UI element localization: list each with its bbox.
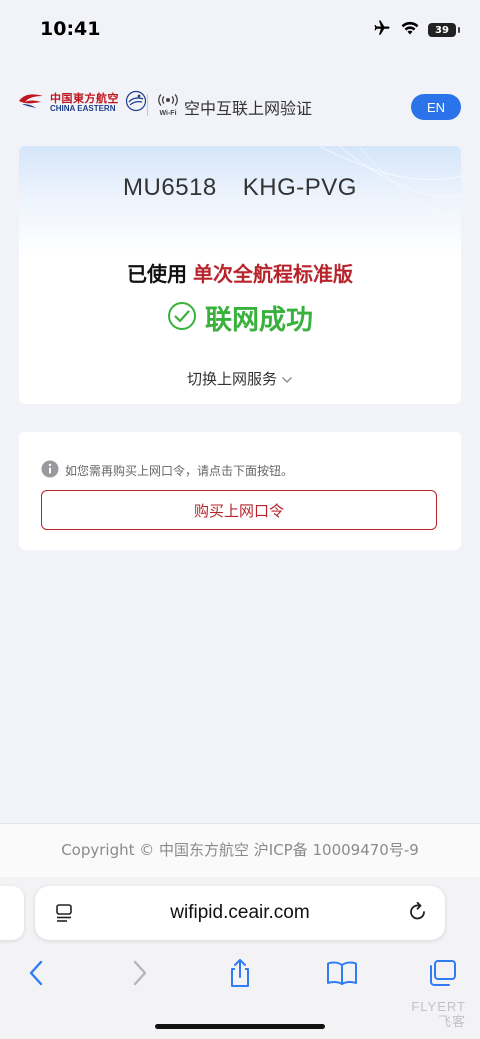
flight-number: MU6518 — [123, 174, 217, 201]
package-line: 已使用 单次全航程标准版 — [19, 258, 461, 287]
wifi-broadcast-icon — [157, 92, 179, 111]
status-bar: 10:41 39 — [0, 0, 480, 60]
watermark: FLYERT 飞客 — [411, 1000, 466, 1029]
share-icon[interactable] — [224, 957, 256, 989]
check-circle-icon — [167, 301, 197, 335]
header-title: 空中互联上网验证 — [184, 99, 313, 118]
package-prefix: 已使用 — [127, 262, 187, 286]
china-eastern-logo: 中国東方航空 CHINA EASTERN — [18, 90, 147, 116]
address-bar[interactable]: wifipid.ceair.com — [35, 886, 445, 940]
buy-wifi-token-button[interactable]: 购买上网口令 — [41, 490, 437, 530]
reload-icon[interactable] — [407, 901, 429, 927]
info-icon — [41, 460, 59, 481]
browser-toolbar — [0, 955, 480, 991]
tabs-icon[interactable] — [426, 957, 458, 989]
logo-en-text: CHINA EASTERN — [50, 103, 116, 113]
language-toggle-button[interactable]: EN — [411, 94, 461, 120]
home-indicator[interactable] — [155, 1024, 325, 1029]
bookmarks-icon[interactable] — [326, 957, 358, 989]
logo-cn-text: 中国東方航空 — [50, 92, 119, 106]
flight-route: KHG-PVG — [242, 174, 357, 201]
switch-service-button[interactable]: 切换上网服务 — [19, 368, 461, 389]
chevron-down-icon — [281, 370, 293, 388]
connection-status: 联网成功 — [19, 298, 461, 337]
back-arrow-icon[interactable] — [20, 957, 52, 989]
watermark-line-1: FLYERT — [411, 999, 466, 1015]
battery-icon: 39 — [428, 23, 460, 37]
connection-status-text: 联网成功 — [205, 305, 313, 336]
purchase-card: 如您需再购买上网口令，请点击下面按钮。 购买上网口令 — [19, 432, 461, 550]
purchase-hint-text: 如您需再购买上网口令，请点击下面按钮。 — [65, 464, 294, 478]
status-icons: 39 — [372, 19, 460, 41]
skyteam-emblem-icon — [125, 90, 147, 116]
forward-arrow-icon[interactable] — [124, 957, 156, 989]
swallow-logo-icon — [18, 92, 44, 114]
copyright-footer: Copyright © 中国东方航空 沪ICP备 10009470号-9 — [0, 823, 480, 878]
airplane-icon — [372, 19, 392, 41]
switch-service-label: 切换上网服务 — [186, 370, 277, 388]
header-divider — [147, 94, 148, 116]
browser-bottom-bar: wifipid.ceair.com FLYERT 飞客 — [0, 877, 480, 1039]
package-name: 单次全航程标准版 — [193, 262, 353, 286]
previous-tab-preview[interactable] — [0, 886, 24, 940]
url-text[interactable]: wifipid.ceair.com — [35, 902, 445, 924]
header: 中国東方航空 CHINA EASTERN Wi-Fi 空中互联上网验证 EN — [0, 82, 480, 130]
purchase-hint: 如您需再购买上网口令，请点击下面按钮。 — [41, 460, 293, 481]
flight-status-card: MU6518 KHG-PVG 已使用 单次全航程标准版 联网成功 切换上网服务 — [19, 146, 461, 404]
wifi-logo: Wi-Fi — [156, 92, 180, 117]
watermark-line-2: 飞客 — [437, 1013, 466, 1029]
flight-info: MU6518 KHG-PVG — [19, 174, 461, 202]
status-time: 10:41 — [40, 18, 101, 40]
wifi-logo-text: Wi-Fi — [159, 110, 177, 117]
wifi-signal-icon — [400, 20, 420, 40]
